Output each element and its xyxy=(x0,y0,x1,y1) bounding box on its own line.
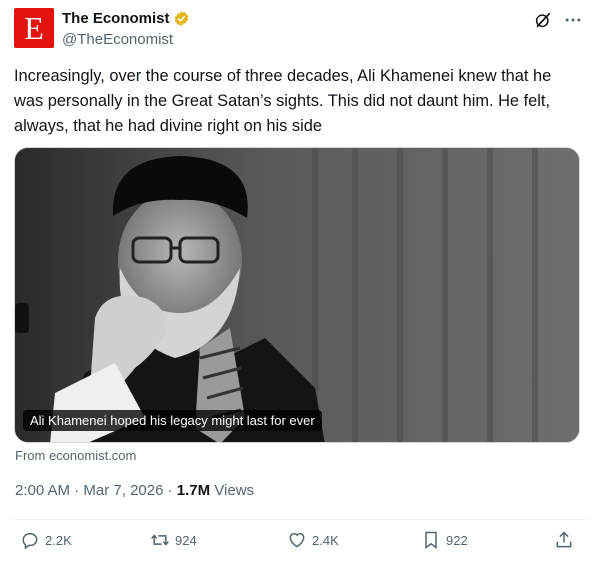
meta-separator: · xyxy=(167,482,173,499)
grok-icon[interactable] xyxy=(534,11,552,29)
repost-button[interactable]: 924 xyxy=(150,530,197,550)
avatar[interactable]: E xyxy=(14,8,54,48)
repost-count: 924 xyxy=(175,532,197,548)
action-bar: 2.2K 924 2.4K 922 xyxy=(0,530,601,558)
bookmark-count: 922 xyxy=(446,532,468,548)
like-count: 2.4K xyxy=(312,532,339,548)
like-button[interactable]: 2.4K xyxy=(287,530,339,550)
portrait-photo xyxy=(15,148,579,442)
views-count: 1.7M xyxy=(176,482,211,499)
bookmark-icon xyxy=(425,531,437,549)
name-row: The Economist xyxy=(62,10,190,27)
meta-separator: · xyxy=(74,482,80,499)
media-card[interactable]: Ali Khamenei hoped his legacy might last… xyxy=(14,147,580,443)
more-icon[interactable] xyxy=(563,10,583,30)
share-icon xyxy=(556,531,572,548)
tweet-header: E The Economist @TheEconomist xyxy=(14,8,586,52)
link-source[interactable]: From economist.com xyxy=(15,448,136,463)
tweet-meta: 2:00 AM · Mar 7, 2026 · 1.7M Views xyxy=(15,482,254,499)
reply-count: 2.2K xyxy=(45,532,72,548)
tweet-time[interactable]: 2:00 AM xyxy=(15,482,70,499)
reply-button[interactable]: 2.2K xyxy=(20,530,72,550)
tweet-date[interactable]: Mar 7, 2026 xyxy=(83,482,163,499)
tweet-text: Increasingly, over the course of three d… xyxy=(14,67,552,135)
media-caption: Ali Khamenei hoped his legacy might last… xyxy=(23,410,322,431)
share-button[interactable] xyxy=(554,530,579,550)
handle[interactable]: @TheEconomist xyxy=(62,31,173,48)
repost-icon xyxy=(151,534,169,546)
display-name[interactable]: The Economist xyxy=(62,10,170,27)
divider xyxy=(14,519,586,520)
verified-icon xyxy=(174,11,188,26)
like-icon xyxy=(289,533,305,548)
bookmark-button[interactable]: 922 xyxy=(421,530,468,550)
reply-icon xyxy=(22,533,38,550)
views-label: Views xyxy=(214,482,255,499)
